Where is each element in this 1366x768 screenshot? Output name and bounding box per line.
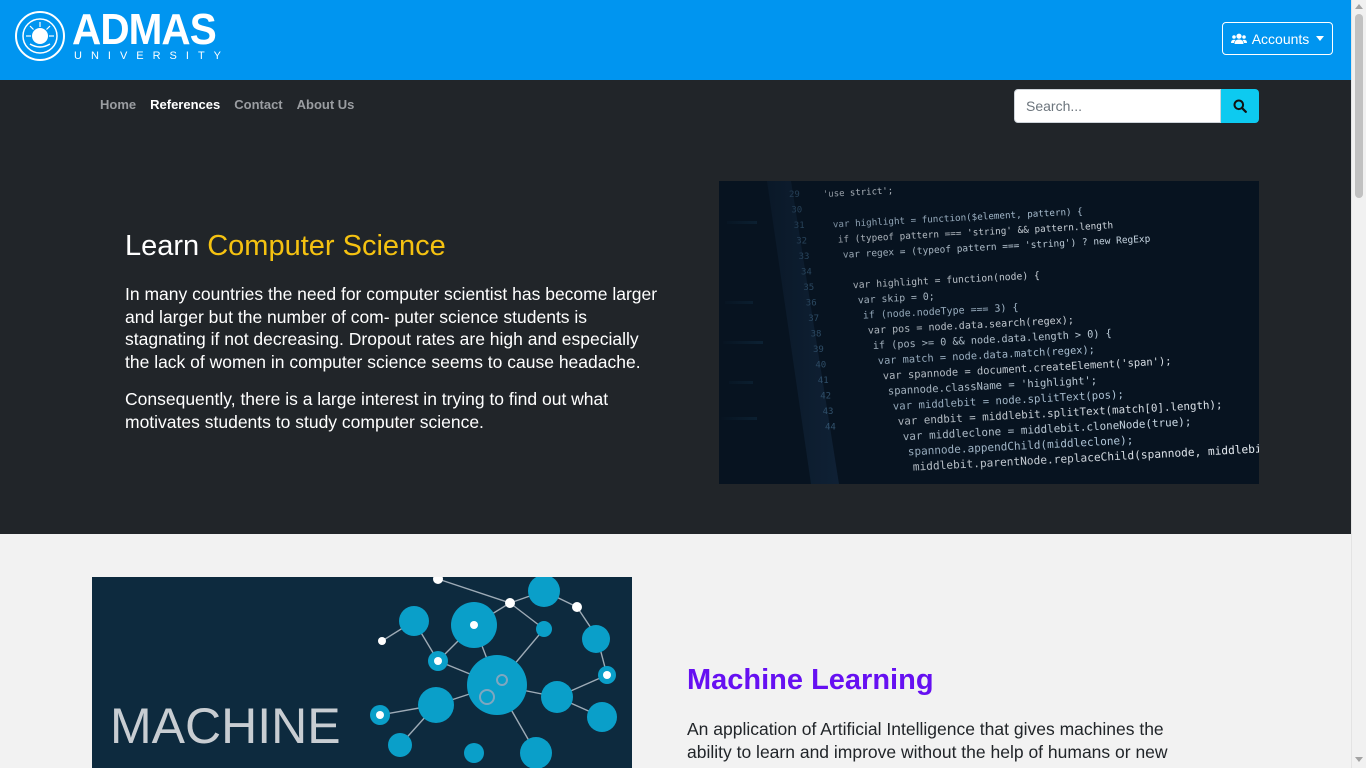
scrollbar-thumb[interactable] xyxy=(1355,14,1363,198)
machine-learning-image: MACHINE xyxy=(92,577,632,768)
search-icon xyxy=(1233,99,1247,113)
hero-paragraph-2: Consequently, there is a large interest … xyxy=(125,389,609,432)
hero-title-highlight: Computer Science xyxy=(207,230,446,262)
search-form xyxy=(1014,89,1259,123)
hero-title: Learn Computer Science xyxy=(125,230,446,263)
nav-home[interactable]: Home xyxy=(100,97,136,112)
accounts-label: Accounts xyxy=(1251,30,1310,47)
university-seal-icon xyxy=(15,11,65,61)
code-image-graphic: 29303132333435363738394041424344 'use st… xyxy=(719,181,1259,484)
ml-section-paragraph: An application of Artificial Intelligenc… xyxy=(687,719,1168,762)
logo[interactable]: ADMAS UNIVERSITY xyxy=(14,5,230,63)
logo-name: ADMAS xyxy=(72,5,217,54)
ml-image-caption: MACHINE xyxy=(110,698,341,754)
main-nav: Home References Contact About Us xyxy=(100,97,354,112)
hero-section: Home References Contact About Us Learn C… xyxy=(0,80,1351,534)
users-icon xyxy=(1230,33,1247,44)
nav-about-us[interactable]: About Us xyxy=(297,97,355,112)
page-scrollbar[interactable] xyxy=(1351,0,1366,768)
accounts-dropdown-button[interactable]: Accounts xyxy=(1222,22,1333,55)
nav-references[interactable]: References xyxy=(150,97,220,112)
caret-down-icon xyxy=(1316,36,1325,41)
ml-section-title: Machine Learning xyxy=(687,664,934,696)
site-header: ADMAS UNIVERSITY Accounts xyxy=(0,0,1351,80)
nav-contact[interactable]: Contact xyxy=(234,97,282,112)
search-button[interactable] xyxy=(1221,89,1259,123)
search-input[interactable] xyxy=(1014,89,1221,123)
hero-paragraph-1: In many countries the need for computer … xyxy=(125,284,658,372)
logo-text: ADMAS UNIVERSITY xyxy=(72,5,230,63)
code-image: 29303132333435363738394041424344 'use st… xyxy=(719,181,1259,484)
scroll-up-arrow-icon[interactable] xyxy=(1355,4,1363,9)
hero-title-prefix: Learn xyxy=(125,230,208,262)
scroll-down-arrow-icon[interactable] xyxy=(1355,757,1363,762)
ml-network-graphic: MACHINE xyxy=(92,577,632,768)
